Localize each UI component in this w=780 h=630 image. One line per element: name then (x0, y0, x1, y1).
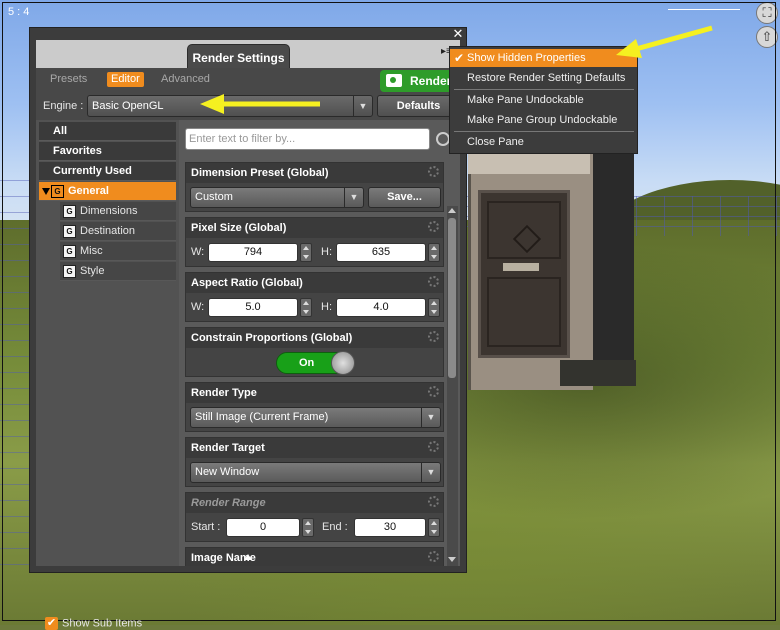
annotation-arrows (200, 25, 713, 114)
arrow-to-engine (200, 94, 320, 114)
arrow-to-show-hidden (616, 25, 713, 58)
